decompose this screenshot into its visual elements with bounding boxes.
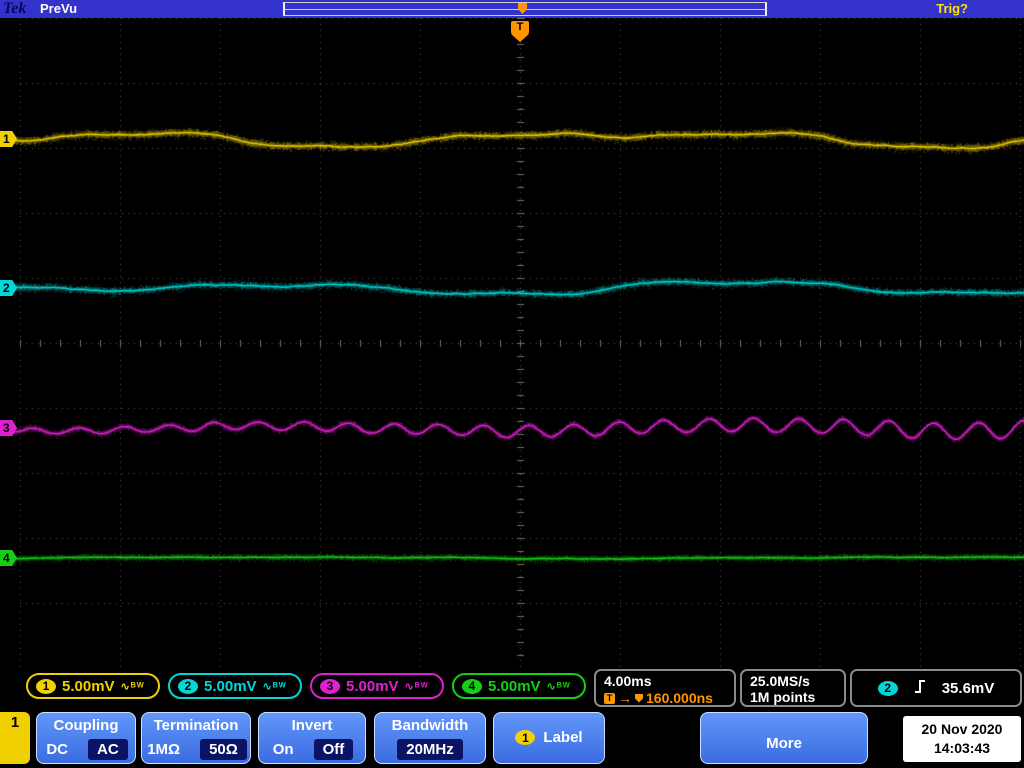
arrow-right-icon: → [618, 690, 632, 706]
trigger-position-icon [635, 693, 643, 703]
termination-option-1mohm[interactable]: 1MΩ [145, 739, 182, 760]
more-button[interactable]: More [700, 712, 868, 764]
record-length: 1M points [750, 689, 816, 705]
channel-3-scale-readout[interactable]: 3 5.00mV ∿ᴮᵂ [310, 673, 444, 699]
channel-4-coupling-bandwidth-icons: ∿ᴮᵂ [546, 680, 571, 693]
acquisition-mode-status: PreVu [40, 1, 78, 16]
channel-2-coupling-bandwidth-icons: ∿ᴮᵂ [262, 680, 287, 693]
coupling-option-dc[interactable]: DC [44, 739, 70, 760]
trigger-delay-readout: T → 160.000ns [604, 690, 734, 706]
channel-1-scale-readout[interactable]: 1 5.00mV ∿ᴮᵂ [26, 673, 160, 699]
termination-label: Termination [153, 717, 239, 734]
trigger-readout[interactable]: 2 35.6mV [850, 669, 1022, 707]
acquisition-readout: 25.0MS/s 1M points [740, 669, 846, 707]
channel-4-scale-readout[interactable]: 4 5.00mV ∿ᴮᵂ [452, 673, 586, 699]
date-value: 20 Nov 2020 [921, 721, 1003, 737]
more-button-text: More [766, 735, 802, 752]
trigger-delay-value: 160.000ns [646, 690, 713, 706]
label-channel-badge: 1 [515, 730, 536, 745]
channel-4-scale: 5.00mV [488, 677, 541, 695]
channel-3-coupling-bandwidth-icons: ∿ᴮᵂ [404, 680, 429, 693]
channel-3-scale: 5.00mV [346, 677, 399, 695]
trigger-time-flag[interactable]: T [511, 21, 529, 42]
coupling-button[interactable]: Coupling DC AC [36, 712, 136, 764]
invert-label: Invert [291, 717, 333, 734]
waveform-display [0, 18, 1024, 668]
invert-option-on[interactable]: On [271, 739, 296, 760]
trigger-t-icon: T [604, 692, 615, 704]
horizontal-scale: 4.00ms [604, 673, 652, 689]
channel-2-badge: 2 [178, 678, 198, 694]
datetime-display: 20 Nov 2020 14:03:43 [903, 716, 1021, 762]
readout-strip: 1 5.00mV ∿ᴮᵂ 2 5.00mV ∿ᴮᵂ 3 5.00mV ∿ᴮᵂ 4… [0, 668, 1024, 710]
time-value: 14:03:43 [933, 740, 991, 756]
bottom-menu-bar: 1 Coupling DC AC Termination 1MΩ 50Ω Inv… [0, 710, 1024, 768]
top-status-bar: Tek PreVu Trig? [0, 0, 1024, 18]
sample-rate: 25.0MS/s [750, 673, 810, 689]
invert-button[interactable]: Invert On Off [258, 712, 366, 764]
channel-1-coupling-bandwidth-icons: ∿ᴮᵂ [120, 680, 145, 693]
channel-4-badge: 4 [462, 678, 482, 694]
rising-edge-icon [914, 678, 926, 699]
channel-1-badge: 1 [36, 678, 56, 694]
termination-button[interactable]: Termination 1MΩ 50Ω [141, 712, 251, 764]
label-button[interactable]: 1 Label [493, 712, 605, 764]
channel-menu-tab[interactable]: 1 [0, 712, 30, 764]
invert-option-off[interactable]: Off [313, 739, 354, 760]
channel-3-badge: 3 [320, 678, 340, 694]
trigger-level-value: 35.6mV [941, 679, 995, 697]
bandwidth-value[interactable]: 20MHz [397, 739, 463, 760]
label-button-text: Label [543, 729, 583, 746]
horizontal-readout[interactable]: 4.00ms T → 160.000ns [594, 669, 736, 707]
termination-option-50ohm[interactable]: 50Ω [200, 739, 247, 760]
channel-2-scale: 5.00mV [204, 677, 257, 695]
channel-1-scale: 5.00mV [62, 677, 115, 695]
trigger-source-badge: 2 [877, 680, 898, 696]
bandwidth-label: Bandwidth [391, 717, 469, 734]
coupling-option-ac[interactable]: AC [88, 739, 128, 760]
coupling-label: Coupling [53, 717, 119, 734]
trigger-status-label: Trig? [936, 1, 968, 16]
tek-logo: Tek [3, 0, 27, 17]
bandwidth-button[interactable]: Bandwidth 20MHz [374, 712, 486, 764]
channel-2-scale-readout[interactable]: 2 5.00mV ∿ᴮᵂ [168, 673, 302, 699]
